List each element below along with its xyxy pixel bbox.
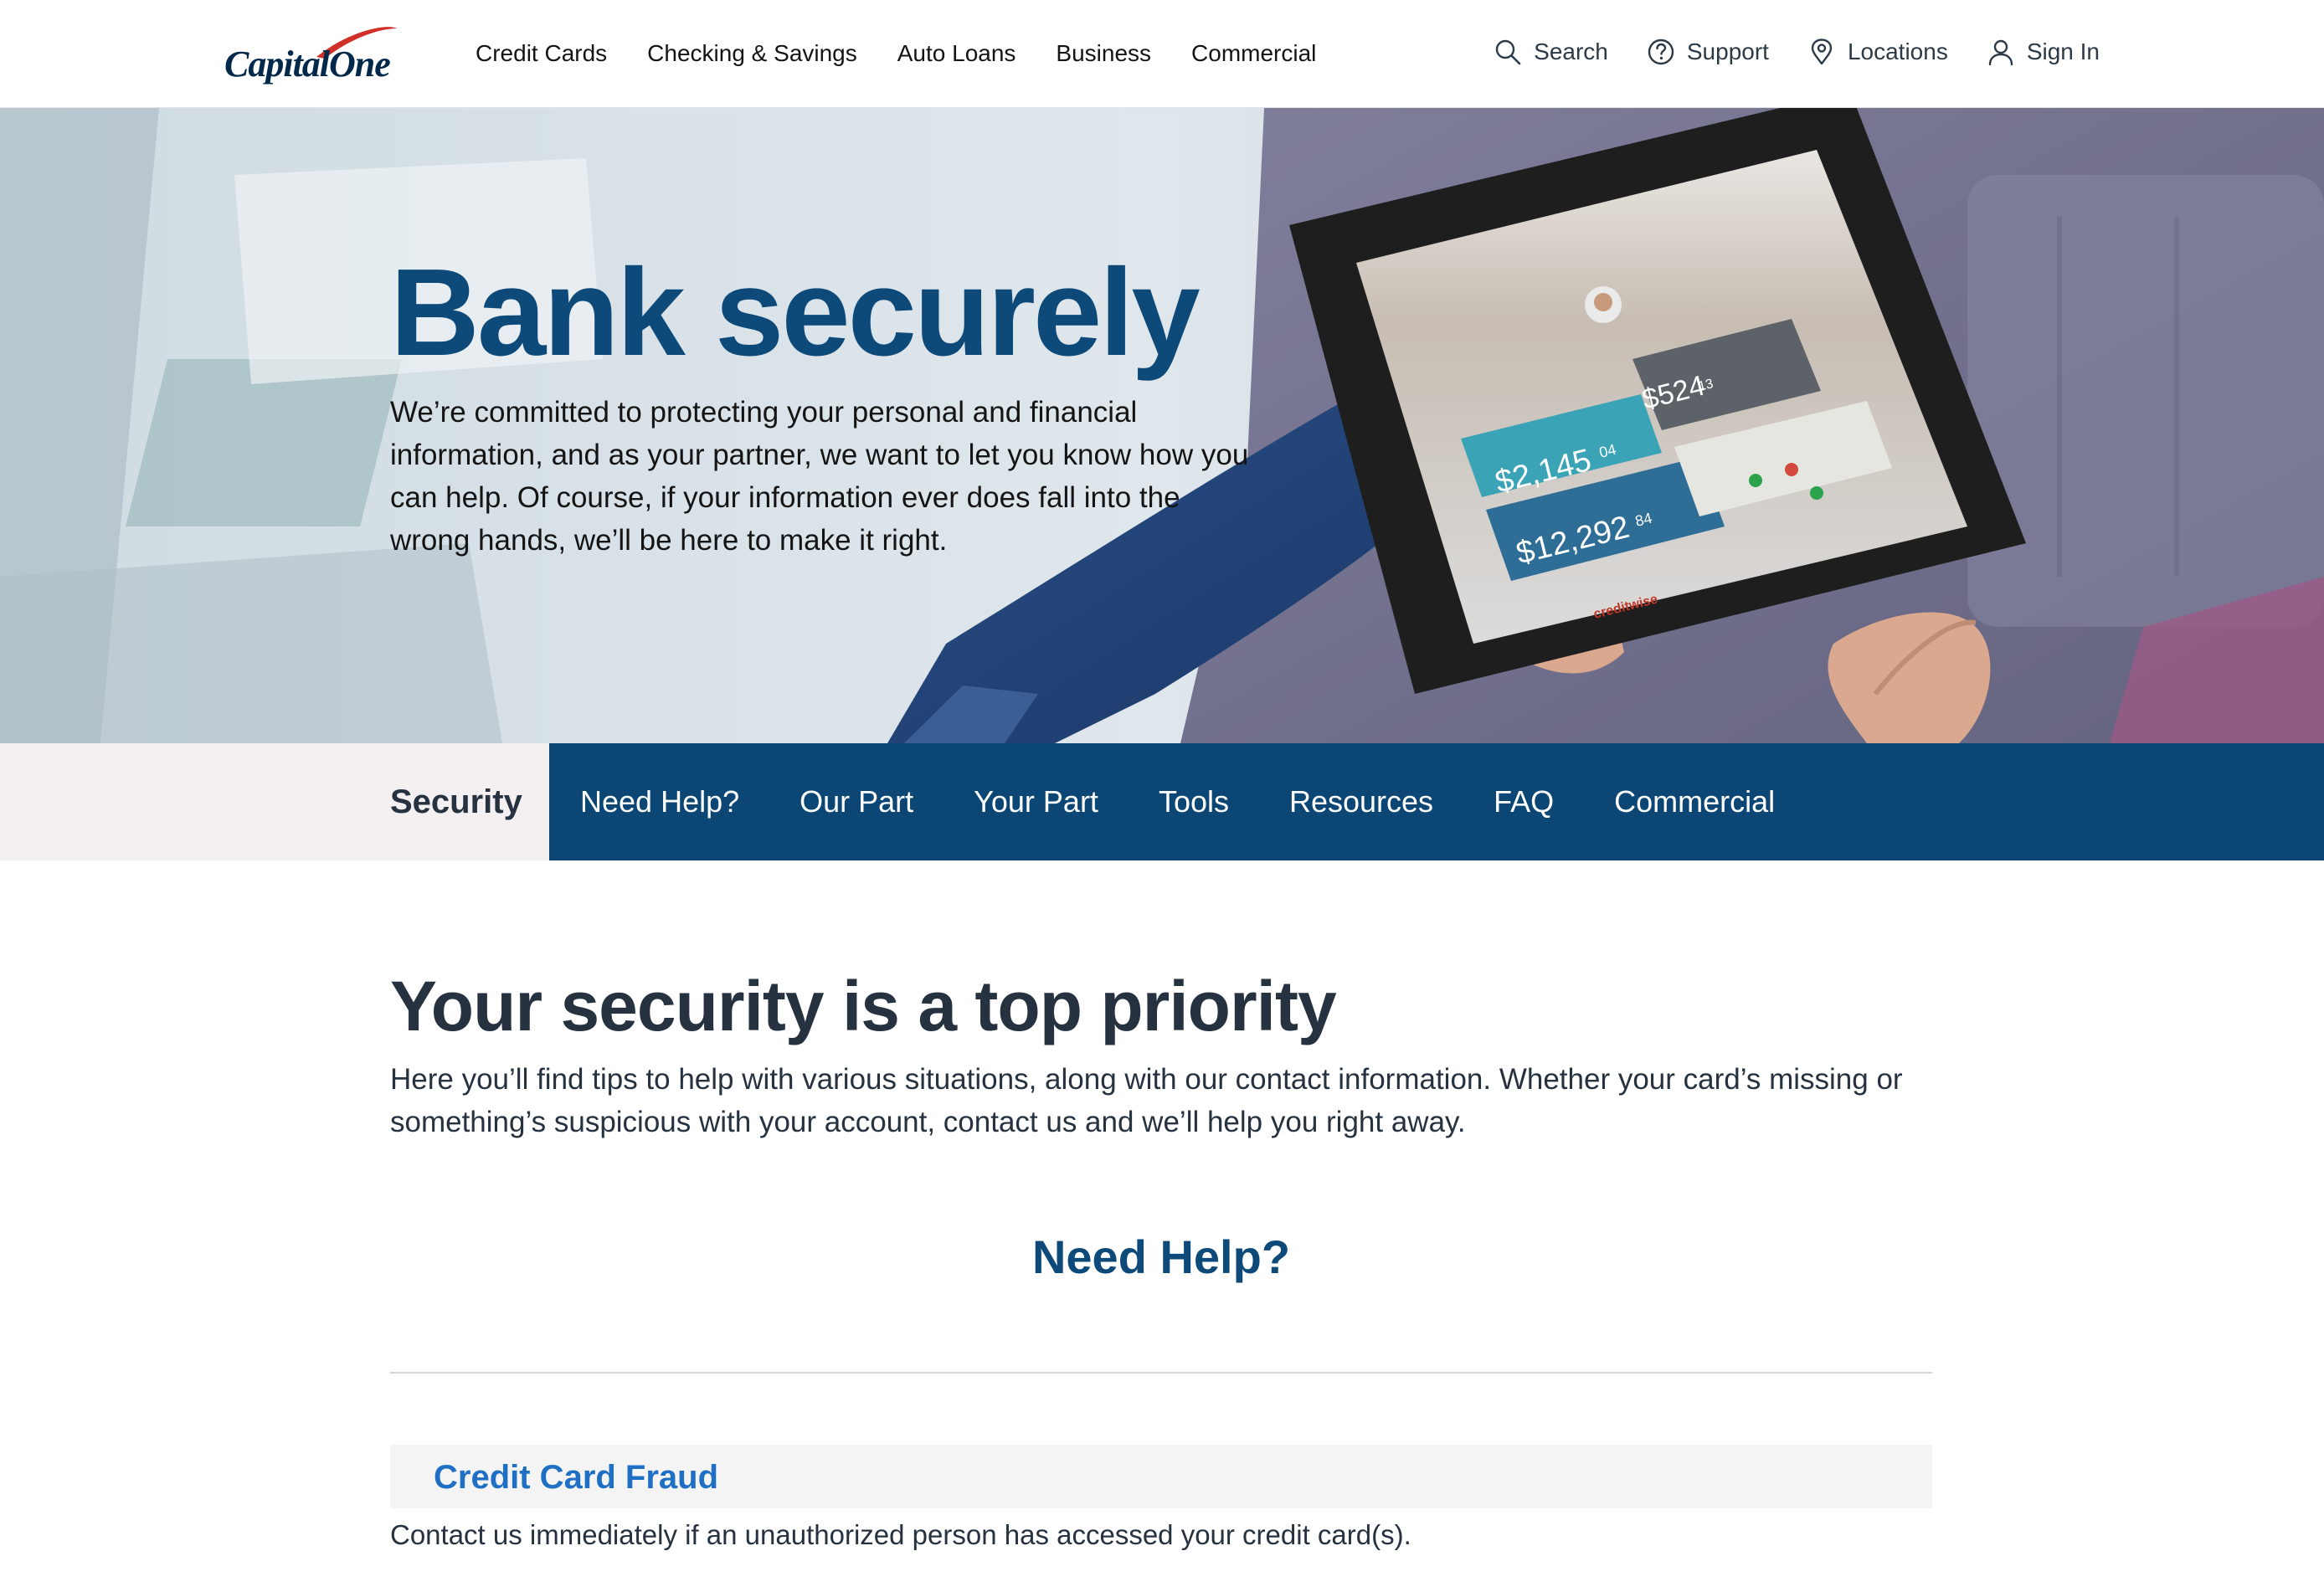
locations-label: Locations [1847, 39, 1948, 64]
nav-auto-loans[interactable]: Auto Loans [897, 37, 1016, 70]
support-link[interactable]: Support [1647, 35, 1769, 69]
sign-in-label: Sign In [2026, 39, 2100, 64]
site-header: CapitalOne Credit Cards Checking & Savin… [0, 0, 2324, 108]
subnav-item-security[interactable]: Security [390, 780, 522, 824]
divider [390, 1372, 1932, 1374]
locations-link[interactable]: Locations [1807, 35, 1948, 69]
nav-credit-cards[interactable]: Credit Cards [476, 37, 607, 70]
map-pin-icon [1811, 39, 1833, 65]
search-icon [1495, 39, 1521, 65]
search-label: Search [1534, 39, 1608, 64]
subnav-item-faq[interactable]: FAQ [1494, 782, 1554, 822]
section-text: Here you’ll find tips to help with vario… [390, 1063, 1903, 1138]
hero-title: Bank securely [390, 244, 1201, 382]
subnav-item-tools[interactable]: Tools [1159, 782, 1229, 822]
security-subnav: Security Need Help? Our Part Your Part T… [0, 743, 2324, 860]
sign-in-link[interactable]: Sign In [1987, 35, 2100, 69]
section-title: Your security is a top priority [390, 967, 1337, 1045]
nav-business[interactable]: Business [1056, 37, 1151, 70]
subnav-links: Need Help? Our Part Your Part Tools Reso… [549, 743, 2324, 860]
support-label: Support [1686, 39, 1769, 64]
main-nav: Credit Cards Checking & Savings Auto Loa… [476, 37, 1316, 70]
nav-commercial[interactable]: Commercial [1191, 37, 1316, 70]
hero-banner: $2,145 04 $12,292 84 $524 13 creditwise … [0, 108, 2324, 743]
subnav-item-need-help[interactable]: Need Help? [580, 782, 739, 822]
capital-one-logo[interactable]: CapitalOne [224, 22, 412, 92]
accordion-title: Credit Card Fraud [434, 1459, 719, 1496]
subnav-active-panel: Security [0, 743, 549, 860]
logo-wordmark: CapitalOne [224, 44, 391, 85]
search-link[interactable]: Search [1494, 35, 1608, 69]
subnav-item-our-part[interactable]: Our Part [800, 782, 913, 822]
need-help-title: Need Help? [1031, 1230, 1291, 1283]
hero-copy: Bank securely We’re committed to protect… [390, 242, 1252, 562]
accordion-credit-card-fraud[interactable]: Credit Card Fraud [390, 1445, 1932, 1508]
user-icon [1988, 39, 2013, 66]
nav-checking-savings[interactable]: Checking & Savings [647, 37, 857, 70]
subnav-item-commercial[interactable]: Commercial [1614, 782, 1775, 822]
help-circle-icon [1648, 39, 1674, 65]
utility-nav: Search Support Locations Sign In [1494, 35, 2100, 69]
accordion-text: Contact us immediately if an unauthorize… [390, 1519, 1411, 1550]
subnav-item-your-part[interactable]: Your Part [974, 782, 1098, 822]
hero-text: We’re committed to protecting your perso… [390, 396, 1249, 557]
subnav-item-resources[interactable]: Resources [1289, 782, 1433, 822]
